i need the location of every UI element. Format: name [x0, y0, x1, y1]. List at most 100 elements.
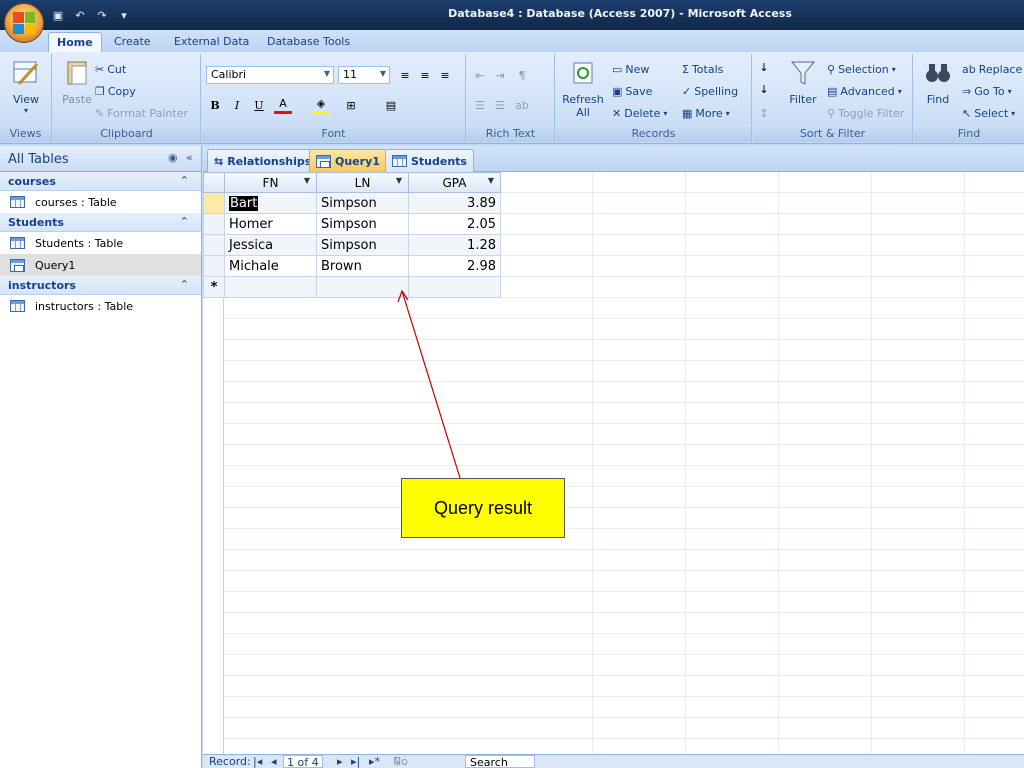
- nav-item-students-table[interactable]: Students : Table: [0, 232, 201, 254]
- filter-button[interactable]: Filter: [783, 58, 823, 106]
- more-button[interactable]: ▦ More ▾: [682, 104, 730, 122]
- highlight-icon[interactable]: ab: [513, 96, 531, 114]
- selection-button[interactable]: ⚲ Selection ▾: [827, 60, 896, 78]
- totals-button[interactable]: Σ Totals: [682, 60, 723, 78]
- table-cell[interactable]: Brown: [316, 255, 409, 277]
- gridlines-icon[interactable]: ⊞: [342, 96, 360, 114]
- table-cell[interactable]: 3.89: [408, 192, 501, 214]
- table-cell[interactable]: [316, 276, 409, 298]
- paste-button[interactable]: Paste: [57, 58, 97, 106]
- nav-group-students[interactable]: Students ⌃: [0, 213, 201, 232]
- last-record-icon[interactable]: ▸|: [351, 755, 360, 768]
- first-record-icon[interactable]: |◂: [253, 755, 262, 768]
- goto-button[interactable]: ⇒ Go To ▾: [962, 82, 1012, 100]
- nav-group-instructors[interactable]: instructors ⌃: [0, 276, 201, 295]
- italic-button[interactable]: I: [228, 96, 246, 114]
- column-header-ln[interactable]: LN ▼: [316, 172, 409, 193]
- doc-tab-relationships[interactable]: ⇆ Relationships: [207, 149, 319, 172]
- font-group-label: Font: [202, 127, 465, 142]
- chevron-down-icon[interactable]: ▼: [304, 176, 310, 185]
- table-cell[interactable]: 2.98: [408, 255, 501, 277]
- format-painter-button[interactable]: ✎ Format Painter: [95, 104, 188, 122]
- search-input[interactable]: Search: [465, 755, 535, 768]
- nav-header[interactable]: All Tables ◉ «: [0, 146, 201, 172]
- alternate-fill-icon[interactable]: ▤: [382, 96, 400, 114]
- table-cell[interactable]: Michale: [224, 255, 317, 277]
- font-name-select[interactable]: Calibri ▼: [206, 66, 334, 84]
- delete-record-button[interactable]: ✕ Delete ▾: [612, 104, 667, 122]
- cursor-icon: ↖: [962, 106, 972, 120]
- toggle-filter-button[interactable]: ⚲ Toggle Filter: [827, 104, 904, 122]
- save-record-button[interactable]: ▣ Save: [612, 82, 652, 100]
- previous-record-icon[interactable]: ◂: [271, 755, 277, 768]
- paste-icon: [67, 61, 87, 85]
- office-button[interactable]: [4, 3, 44, 43]
- row-selector[interactable]: [203, 255, 225, 277]
- table-cell[interactable]: Simpson: [316, 192, 409, 214]
- font-group: Calibri ▼ 11 ▼ ≡ ≡ ≡ B I U A ◈ ⊞ ▤ Font: [202, 54, 466, 142]
- refresh-all-button[interactable]: Refresh All: [560, 58, 606, 119]
- clear-sort-icon[interactable]: ↕: [755, 104, 773, 122]
- find-button[interactable]: Find: [918, 58, 958, 106]
- doc-tab-query1[interactable]: Query1: [309, 149, 387, 172]
- column-header-fn[interactable]: FN ▼: [224, 172, 317, 193]
- empty-grid-columns: [500, 172, 1024, 754]
- spelling-button[interactable]: ✓ Spelling: [682, 82, 738, 100]
- decrease-indent-icon[interactable]: ⇤: [471, 66, 489, 84]
- new-record-nav-icon[interactable]: ▸*: [369, 755, 380, 768]
- rtl-icon[interactable]: ¶: [513, 66, 531, 84]
- current-record-field[interactable]: 1 of 4: [283, 755, 323, 768]
- nav-item-courses-table[interactable]: courses : Table: [0, 191, 201, 213]
- chevron-down-icon[interactable]: ▼: [488, 176, 494, 185]
- doc-tab-students[interactable]: Students: [385, 149, 474, 172]
- align-left-icon[interactable]: ≡: [396, 66, 414, 84]
- nav-group-courses[interactable]: courses ⌃: [0, 172, 201, 191]
- align-center-icon[interactable]: ≡: [416, 66, 434, 84]
- chevron-down-icon[interactable]: ▼: [396, 176, 402, 185]
- font-size-select[interactable]: 11 ▼: [338, 66, 390, 84]
- tab-create[interactable]: Create: [106, 32, 159, 52]
- table-cell[interactable]: [224, 276, 317, 298]
- align-right-icon[interactable]: ≡: [436, 66, 454, 84]
- select-button[interactable]: ↖ Select ▾: [962, 104, 1015, 122]
- view-button[interactable]: View ▾: [6, 58, 46, 115]
- table-cell[interactable]: 1.28: [408, 234, 501, 256]
- increase-indent-icon[interactable]: ⇥: [491, 66, 509, 84]
- row-selector[interactable]: [203, 213, 225, 235]
- query-icon: [10, 258, 25, 272]
- collapse-pane-icon[interactable]: «: [186, 151, 193, 164]
- advanced-button[interactable]: ▤ Advanced ▾: [827, 82, 902, 100]
- font-color-button[interactable]: A: [274, 96, 292, 114]
- tab-database-tools[interactable]: Database Tools: [259, 32, 358, 52]
- new-row-marker[interactable]: *: [203, 276, 225, 298]
- tab-external-data[interactable]: External Data: [166, 32, 257, 52]
- bullets-icon[interactable]: ☰: [491, 96, 509, 114]
- nav-item-instructors-table[interactable]: instructors : Table: [0, 295, 201, 317]
- nav-menu-icon[interactable]: ◉: [168, 151, 178, 164]
- table-cell[interactable]: [408, 276, 501, 298]
- table-cell[interactable]: Bart: [224, 192, 317, 214]
- table-cell[interactable]: Homer: [224, 213, 317, 235]
- tab-home[interactable]: Home: [48, 32, 102, 52]
- column-header-gpa[interactable]: GPA ▼: [408, 172, 501, 193]
- sort-descending-icon[interactable]: ↓: [755, 80, 773, 98]
- fill-color-icon[interactable]: ◈: [312, 96, 330, 114]
- replace-button[interactable]: ab Replace: [962, 60, 1022, 78]
- table-cell[interactable]: Simpson: [316, 213, 409, 235]
- table-cell[interactable]: Jessica: [224, 234, 317, 256]
- row-selector[interactable]: [203, 234, 225, 256]
- records-group: Refresh All ▭ New ▣ Save ✕ Delete ▾ Σ Totals …: [556, 54, 752, 142]
- cut-button[interactable]: ✂ Cut: [95, 60, 126, 78]
- new-record-button[interactable]: ▭ New: [612, 60, 649, 78]
- bold-button[interactable]: B: [206, 96, 224, 114]
- numbering-icon[interactable]: ☰: [471, 96, 489, 114]
- copy-button[interactable]: ❐ Copy: [95, 82, 136, 100]
- table-cell[interactable]: 2.05: [408, 213, 501, 235]
- next-record-icon[interactable]: ▸: [337, 755, 343, 768]
- nav-item-query1[interactable]: Query1: [0, 254, 201, 276]
- select-all-corner[interactable]: [203, 172, 225, 193]
- sort-ascending-icon[interactable]: ↓: [755, 58, 773, 76]
- table-cell[interactable]: Simpson: [316, 234, 409, 256]
- underline-button[interactable]: U: [250, 96, 268, 114]
- row-selector[interactable]: [203, 192, 225, 214]
